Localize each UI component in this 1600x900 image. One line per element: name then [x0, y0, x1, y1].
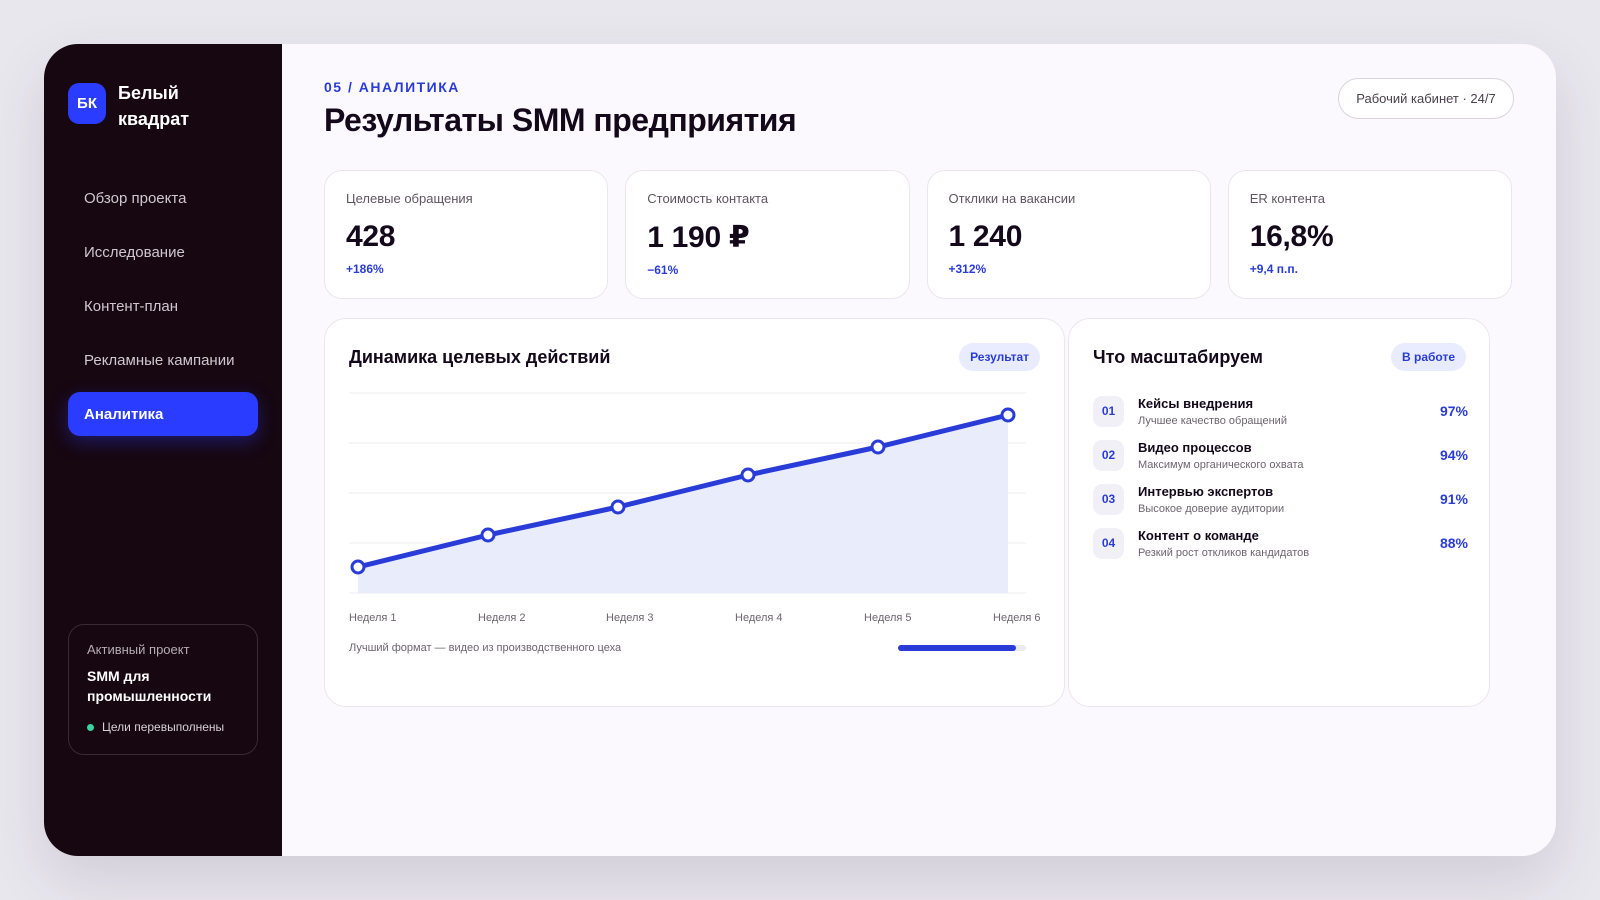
- item-text: Кейсы внедрения Лучшее качество обращени…: [1138, 396, 1287, 427]
- stat-delta: −61%: [647, 263, 679, 277]
- stat-value: 1 190 ₽: [647, 221, 750, 254]
- in-progress-badge[interactable]: В работе: [1391, 343, 1466, 371]
- x-tick-label: Неделя 4: [735, 612, 783, 624]
- data-point: [610, 499, 626, 515]
- list-item[interactable]: 01 Кейсы внедрения Лучшее качество обращ…: [1093, 389, 1468, 433]
- stat-value: 428: [346, 220, 396, 253]
- sidebar-item-analytics[interactable]: Аналитика: [68, 392, 258, 436]
- stat-delta: +186%: [346, 262, 384, 276]
- item-percent: 91%: [1439, 491, 1468, 507]
- data-point: [350, 559, 366, 575]
- section-eyebrow: 05 / АНАЛИТИКА: [324, 79, 460, 95]
- stat-card-er: ER контента 16,8% +9,4 п.п.: [1227, 170, 1512, 299]
- x-tick-label: Неделя 3: [606, 612, 654, 624]
- sidebar-item-research[interactable]: Исследование: [68, 230, 258, 274]
- item-subtitle: Лучшее качество обращений: [1138, 414, 1287, 427]
- item-number: 03: [1093, 483, 1124, 515]
- item-title: Интервью экспертов: [1138, 483, 1274, 499]
- data-point: [480, 527, 496, 543]
- stat-delta: +312%: [948, 262, 987, 276]
- page-title: Результаты SMM предприятия: [324, 102, 797, 138]
- series-area: [358, 415, 1008, 593]
- project-caption: Активный проект: [87, 642, 190, 657]
- status-dot-icon: [87, 723, 94, 731]
- item-title: Контент о команде: [1138, 527, 1259, 543]
- stat-card-leads: Целевые обращения 428 +186%: [324, 170, 609, 299]
- item-title: Видео процессов: [1138, 439, 1252, 455]
- stat-value: 1 240: [948, 220, 1023, 253]
- item-percent: 97%: [1439, 403, 1468, 419]
- app-window: БК Белый квадрат Обзор проекта Исследова…: [44, 44, 1556, 856]
- sidebar-item-content-plan[interactable]: Контент-план: [68, 284, 258, 328]
- item-subtitle: Высокое доверие аудитории: [1138, 502, 1285, 515]
- item-text: Видео процессов Максимум органического о…: [1138, 440, 1303, 471]
- workspace-badge[interactable]: Рабочий кабинет · 24/7: [1338, 78, 1514, 119]
- stat-label: Стоимость контакта: [647, 191, 769, 206]
- scale-list: 01 Кейсы внедрения Лучшее качество обращ…: [1093, 389, 1468, 565]
- list-item[interactable]: 02 Видео процессов Максимум органическог…: [1093, 433, 1468, 477]
- stat-card-vacancy-responses: Отклики на вакансии 1 240 +312%: [926, 170, 1211, 299]
- stat-label: ER контента: [1249, 191, 1325, 206]
- list-item[interactable]: 03 Интервью экспертов Высокое доверие ау…: [1093, 477, 1468, 521]
- sidebar-nav: Обзор проекта Исследование Контент-план …: [68, 176, 258, 446]
- x-tick-label: Неделя 6: [993, 612, 1041, 624]
- stat-label: Отклики на вакансии: [948, 191, 1076, 206]
- active-project-card[interactable]: Активный проект SMM для промышленности Ц…: [68, 624, 258, 755]
- project-title: SMM для промышленности: [87, 668, 212, 704]
- scale-panel: Что масштабируем В работе 01 Кейсы внедр…: [1068, 318, 1490, 707]
- logo-mark: БК: [68, 83, 106, 124]
- item-title: Кейсы внедрения: [1138, 395, 1254, 411]
- item-percent: 88%: [1439, 535, 1468, 551]
- data-point: [740, 467, 756, 483]
- stat-value: 16,8%: [1249, 220, 1334, 253]
- sidebar: БК Белый квадрат Обзор проекта Исследова…: [44, 44, 282, 856]
- chart-panel: Динамика целевых действий Результат Неде…: [324, 318, 1065, 707]
- stat-delta: +9,4 п.п.: [1249, 262, 1298, 276]
- logo[interactable]: БК Белый квадрат: [68, 80, 218, 132]
- item-text: Контент о команде Резкий рост откликов к…: [1138, 528, 1309, 559]
- item-number: 01: [1093, 395, 1124, 427]
- sidebar-item-overview[interactable]: Обзор проекта: [68, 176, 258, 220]
- stat-label: Целевые обращения: [346, 191, 473, 206]
- data-point: [870, 439, 886, 455]
- project-status-label: Цели перевыполнены: [102, 720, 225, 734]
- item-percent: 94%: [1439, 447, 1468, 463]
- progress-bar: [898, 645, 1026, 651]
- x-tick-label: Неделя 2: [478, 612, 526, 624]
- item-number: 02: [1093, 439, 1124, 471]
- data-point: [1000, 407, 1016, 423]
- list-item[interactable]: 04 Контент о команде Резкий рост отклико…: [1093, 521, 1468, 565]
- logo-name: Белый квадрат: [118, 83, 190, 129]
- scale-title: Что масштабируем: [1093, 347, 1263, 367]
- item-subtitle: Максимум органического охвата: [1138, 458, 1304, 471]
- sidebar-item-ad-campaigns[interactable]: Рекламные кампании: [68, 338, 258, 382]
- chart-note: Лучший формат — видео из производственно…: [349, 642, 622, 654]
- progress-bar-fill: [898, 645, 1016, 651]
- stat-card-contact-cost: Стоимость контакта 1 190 ₽ −61%: [625, 170, 910, 299]
- project-status: Цели перевыполнены: [87, 720, 239, 734]
- item-number: 04: [1093, 527, 1124, 559]
- x-tick-label: Неделя 1: [349, 612, 397, 624]
- item-subtitle: Резкий рост откликов кандидатов: [1138, 546, 1310, 559]
- item-text: Интервью экспертов Высокое доверие аудит…: [1138, 484, 1284, 515]
- main-content: 05 / АНАЛИТИКА Результаты SMM предприяти…: [282, 44, 1556, 856]
- stats-row: Целевые обращения 428 +186% Стоимость ко…: [324, 170, 1512, 299]
- x-tick-label: Неделя 5: [864, 612, 912, 624]
